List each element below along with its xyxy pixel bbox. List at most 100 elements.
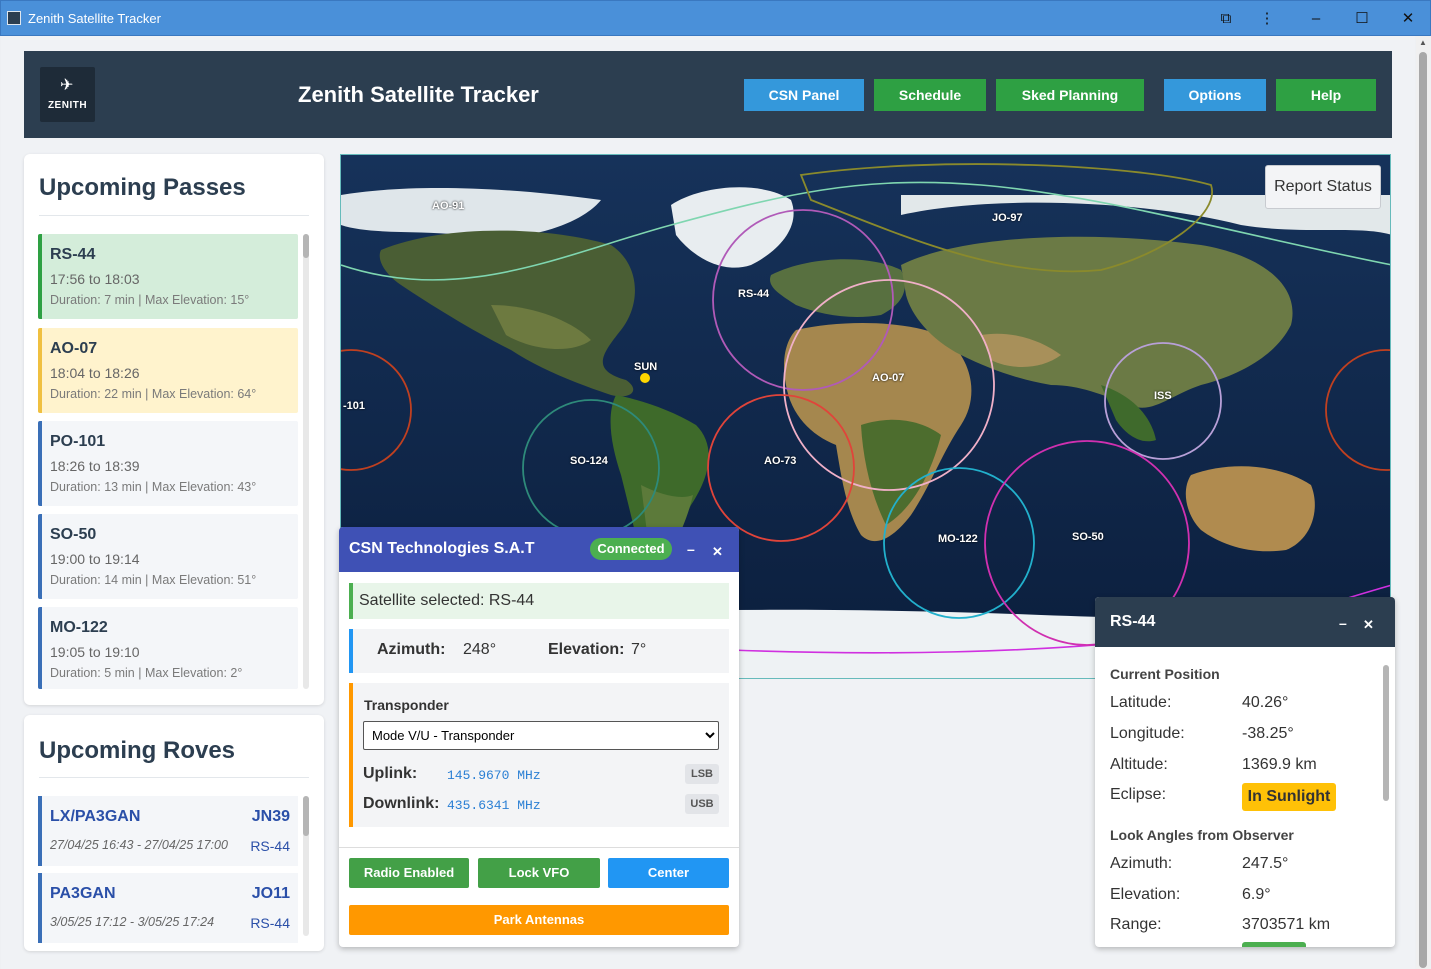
map-label[interactable]: AO-91: [432, 200, 464, 212]
zenith-logo: ✈ ZENITH: [40, 67, 95, 122]
pass-name: AO-07: [50, 340, 98, 357]
lock-vfo-button[interactable]: Lock VFO: [478, 858, 600, 888]
rove-callsign: PA3GAN: [50, 885, 116, 902]
altitude-value: 1369.9 km: [1242, 756, 1317, 773]
uplink-label: Uplink:: [363, 765, 418, 782]
satellite-info-scroll-thumb[interactable]: [1383, 665, 1389, 801]
csn-panel-title: CSN Technologies S.A.T: [349, 540, 535, 557]
help-button[interactable]: Help: [1276, 79, 1376, 111]
uplink-frequency: 145.9670 MHz: [447, 768, 541, 783]
passes-scroll-thumb[interactable]: [303, 234, 309, 258]
current-position-heading: Current Position: [1110, 666, 1220, 682]
map-label[interactable]: SO-50: [1072, 531, 1104, 543]
passes-title: Upcoming Passes: [39, 174, 246, 201]
rove-satellite: RS-44: [250, 915, 290, 931]
altitude-label: Altitude:: [1110, 756, 1168, 773]
pass-item[interactable]: PO-101 18:26 to 18:39 Duration: 13 min |…: [38, 421, 298, 506]
roves-scrollbar[interactable]: [303, 796, 309, 936]
roves-title: Upcoming Roves: [39, 737, 236, 764]
range-value: 3703571 km: [1242, 916, 1331, 933]
report-status-button[interactable]: Report Status: [1265, 165, 1381, 209]
map-label[interactable]: AO-73: [764, 455, 796, 467]
window-titlebar: Zenith Satellite Tracker ⧉ ⋮ – ☐ ✕: [0, 0, 1431, 36]
map-label[interactable]: MO-122: [938, 533, 978, 545]
close-icon[interactable]: ✕: [1363, 617, 1374, 633]
page-scrollbar[interactable]: ▲: [1416, 36, 1430, 969]
look-angles-heading: Look Angles from Observer: [1110, 827, 1294, 843]
puzzle-icon[interactable]: ⧉: [1216, 9, 1236, 29]
roves-scroll-thumb[interactable]: [303, 796, 309, 836]
kebab-icon[interactable]: ⋮: [1257, 9, 1277, 29]
pass-item[interactable]: SO-50 19:00 to 19:14 Duration: 14 min | …: [38, 514, 298, 599]
rove-item[interactable]: PA3GAN JO11 3/05/25 17:12 - 3/05/25 17:2…: [38, 873, 298, 943]
pass-details: Duration: 7 min | Max Elevation: 15°: [50, 293, 250, 307]
pass-details: Duration: 13 min | Max Elevation: 43°: [50, 480, 257, 494]
options-button[interactable]: Options: [1164, 79, 1266, 111]
csn-panel-button[interactable]: CSN Panel: [744, 79, 864, 111]
azimuth-value: 247.5°: [1242, 855, 1289, 872]
longitude-label: Longitude:: [1110, 725, 1185, 742]
scroll-up-icon[interactable]: ▲: [1419, 38, 1427, 47]
elevation-value: 6.9°: [1242, 886, 1271, 903]
latitude-value: 40.26°: [1242, 694, 1289, 711]
map-label[interactable]: SO-124: [570, 455, 608, 467]
pass-details: Duration: 22 min | Max Elevation: 64°: [50, 387, 257, 401]
rove-time: 3/05/25 17:12 - 3/05/25 17:24: [50, 915, 215, 929]
downlink-label: Downlink:: [363, 795, 440, 812]
pass-item[interactable]: MO-122 19:05 to 19:10 Duration: 5 min | …: [38, 607, 298, 689]
divider: [339, 847, 739, 848]
map-label[interactable]: AO-07: [872, 372, 904, 384]
longitude-value: -38.25°: [1242, 725, 1294, 742]
connection-badge: Connected: [590, 538, 672, 560]
map-label[interactable]: SUN: [634, 361, 657, 373]
logo-text: ZENITH: [47, 100, 88, 111]
pass-item[interactable]: AO-07 18:04 to 18:26 Duration: 22 min | …: [38, 328, 298, 413]
divider: [39, 215, 309, 216]
satellite-info-panel: RS-44 – ✕ Current Position Latitude: 40.…: [1095, 597, 1395, 947]
app-title: Zenith Satellite Tracker: [298, 82, 539, 107]
minimize-icon[interactable]: –: [1306, 9, 1326, 29]
close-icon[interactable]: ✕: [712, 544, 723, 560]
elevation-label: Elevation:: [548, 641, 625, 658]
map-label[interactable]: RS-44: [738, 288, 769, 300]
pass-item[interactable]: RS-44 17:56 to 18:03 Duration: 7 min | M…: [38, 234, 298, 319]
map-label[interactable]: ISS: [1154, 390, 1172, 402]
passes-scrollbar[interactable]: [303, 234, 309, 689]
satellite-info-scrollbar[interactable]: [1382, 653, 1390, 947]
rove-satellite: RS-44: [250, 838, 290, 854]
map-label[interactable]: JO-97: [992, 212, 1023, 224]
satellite-selected: Satellite selected: RS-44: [349, 583, 729, 619]
page-scroll-thumb[interactable]: [1419, 52, 1427, 968]
sked-planning-button[interactable]: Sked Planning: [996, 79, 1144, 111]
schedule-button[interactable]: Schedule: [874, 79, 986, 111]
elevation-value: 7°: [631, 641, 647, 658]
app-header: ✈ ZENITH Zenith Satellite Tracker CSN Pa…: [24, 51, 1392, 138]
transponder-box: Transponder Mode V/U - Transponder Uplin…: [349, 683, 729, 827]
map-label[interactable]: -101: [343, 400, 365, 412]
minimize-icon[interactable]: –: [687, 541, 695, 557]
rove-grid: JO11: [251, 885, 290, 902]
radio-enabled-button[interactable]: Radio Enabled: [349, 858, 469, 888]
satellite-info-header[interactable]: RS-44 – ✕: [1095, 597, 1395, 647]
minimize-icon[interactable]: –: [1339, 615, 1347, 631]
transponder-select[interactable]: Mode V/U - Transponder: [363, 721, 719, 750]
uplink-mode-badge: LSB: [685, 764, 719, 784]
park-antennas-button[interactable]: Park Antennas: [349, 905, 729, 935]
upcoming-roves-card: Upcoming Roves LX/PA3GAN JN39 27/04/25 1…: [24, 715, 324, 951]
maximize-icon[interactable]: ☐: [1352, 9, 1372, 29]
rove-item[interactable]: LX/PA3GAN JN39 27/04/25 16:43 - 27/04/25…: [38, 796, 298, 866]
pass-name: RS-44: [50, 246, 96, 263]
csn-panel-header[interactable]: CSN Technologies S.A.T Connected – ✕: [339, 527, 739, 572]
eclipse-label: Eclipse:: [1110, 786, 1167, 803]
close-icon[interactable]: ✕: [1398, 9, 1418, 29]
az-el-box: Azimuth: 248° Elevation: 7°: [349, 629, 729, 673]
pass-details: Duration: 14 min | Max Elevation: 51°: [50, 573, 257, 587]
status-badge: [1242, 942, 1306, 947]
azimuth-label: Azimuth:: [377, 641, 446, 658]
center-button[interactable]: Center: [608, 858, 729, 888]
pass-details: Duration: 5 min | Max Elevation: 2°: [50, 666, 243, 680]
divider: [39, 777, 309, 778]
pass-time: 19:05 to 19:10: [50, 644, 140, 660]
csn-panel: CSN Technologies S.A.T Connected – ✕ Sat…: [339, 527, 739, 947]
eclipse-status-badge: In Sunlight: [1242, 783, 1336, 811]
